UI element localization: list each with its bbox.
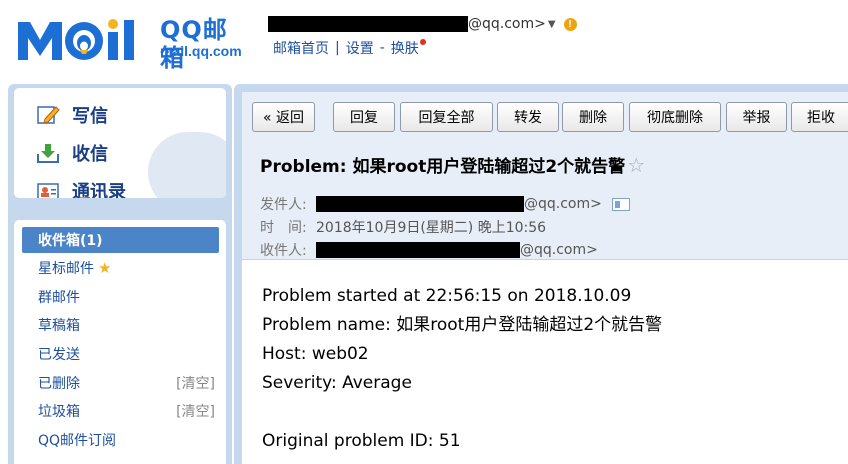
folder-label: 草稿箱: [38, 318, 80, 334]
folder-label: 已删除: [38, 376, 80, 392]
reply-button[interactable]: 回复: [333, 102, 395, 132]
nav-settings-link[interactable]: 设置: [346, 38, 374, 58]
body-line: Severity: Average: [262, 373, 412, 393]
from-row: 发件人: @qq.com>: [260, 194, 630, 214]
folder-label: 群邮件: [38, 290, 80, 306]
forward-button[interactable]: 转发: [497, 102, 559, 132]
reply-all-button[interactable]: 回复全部: [400, 102, 493, 132]
delete-button[interactable]: 删除: [562, 102, 624, 132]
reject-button[interactable]: 拒收: [791, 102, 848, 132]
quick-actions: 写信 收信 通讯录: [14, 88, 226, 198]
folder-spam[interactable]: 垃圾箱 [清空]: [22, 398, 219, 424]
body-line: Host: web02: [262, 344, 369, 364]
contacts-button[interactable]: 通讯录: [36, 177, 126, 198]
penguin-watermark: [148, 132, 226, 198]
subject-text: Problem: 如果root用户登陆输超过2个就告警: [260, 157, 626, 177]
clear-spam-link[interactable]: [清空]: [176, 401, 215, 421]
header: QQ邮箱 mail.qq.com @qq.com> ▼ ! 邮箱首页 | 设置 …: [0, 0, 848, 84]
receive-button[interactable]: 收信: [36, 139, 108, 167]
redacted-sender: [316, 196, 524, 212]
folder-group[interactable]: 群邮件: [22, 284, 219, 310]
redacted-recipient: [316, 242, 520, 258]
mail-subject: Problem: 如果root用户登陆输超过2个就告警 ☆: [260, 152, 645, 178]
warning-icon[interactable]: !: [563, 17, 577, 31]
report-button[interactable]: 举报: [726, 102, 787, 132]
nav-skin-link[interactable]: 换肤: [391, 38, 419, 58]
receive-label: 收信: [72, 144, 108, 165]
body-line: [262, 398, 662, 427]
body-line: Original problem ID: 51: [262, 431, 461, 451]
star-outline-icon[interactable]: ☆: [627, 153, 645, 177]
redacted-account-name: [268, 16, 468, 32]
chevron-down-icon[interactable]: ▼: [548, 19, 556, 30]
mail-body: Problem started at 22:56:15 on 2018.10.0…: [262, 282, 662, 456]
delete-permanently-button[interactable]: 彻底删除: [629, 102, 721, 132]
pencil-icon: [36, 104, 60, 126]
folder-drafts[interactable]: 草稿箱: [22, 312, 219, 338]
folder-inbox[interactable]: 收件箱(1): [22, 227, 219, 253]
top-nav: 邮箱首页 | 设置 - 换肤: [273, 38, 426, 58]
body-line: Problem started at 22:56:15 on 2018.10.0…: [262, 286, 632, 306]
account-domain: @qq.com>: [468, 16, 546, 32]
contact-card-icon[interactable]: [611, 197, 630, 211]
account-switcher[interactable]: @qq.com> ▼ !: [268, 14, 577, 34]
folder-label: 垃圾箱: [38, 404, 80, 420]
to-label: 收件人:: [260, 243, 307, 259]
mail-toolbar: « 返回 回复 回复全部 转发 删除 彻底删除 举报 拒收: [242, 92, 848, 144]
star-icon: ★: [98, 259, 112, 277]
time-value: 2018年10月9日(星期二) 晚上10:56: [316, 220, 547, 236]
left-panel: 写信 收信 通讯录 收件箱(1) 星标邮件 ★ 群邮件 草稿箱 已发送 已删除 …: [8, 84, 232, 464]
to-row: 收件人: @qq.com>: [260, 240, 598, 260]
nav-separator: |: [335, 40, 340, 56]
folder-list: 收件箱(1) 星标邮件 ★ 群邮件 草稿箱 已发送 已删除 [清空] 垃圾箱 […: [14, 220, 226, 464]
folder-subscriptions[interactable]: QQ邮件订阅: [22, 427, 219, 453]
logo-url-text: mail.qq.com: [160, 43, 242, 59]
mail-view: « 返回 回复 回复全部 转发 删除 彻底删除 举报 拒收 Problem: 如…: [242, 92, 848, 464]
from-label: 发件人:: [260, 197, 307, 213]
folder-deleted[interactable]: 已删除 [清空]: [22, 370, 219, 396]
mail-header: Problem: 如果root用户登陆输超过2个就告警 ☆ 发件人: @qq.c…: [242, 144, 848, 260]
time-row: 时 间: 2018年10月9日(星期二) 晚上10:56: [260, 217, 546, 237]
folder-label: QQ邮件订阅: [38, 433, 117, 449]
contacts-label: 通讯录: [72, 182, 126, 198]
qq-mail-logo[interactable]: QQ邮箱 mail.qq.com: [14, 10, 250, 72]
reading-pane: « 返回 回复 回复全部 转发 删除 彻底删除 举报 拒收 Problem: 如…: [234, 84, 848, 464]
clear-deleted-link[interactable]: [清空]: [176, 373, 215, 393]
body-line: Problem name: 如果root用户登陆输超过2个就告警: [262, 315, 663, 335]
folder-label: 星标邮件: [38, 261, 94, 277]
new-dot-icon: [419, 39, 426, 45]
folder-label: 已发送: [38, 347, 80, 363]
nav-separator: -: [379, 40, 385, 56]
back-button[interactable]: « 返回: [252, 102, 315, 132]
contact-card-icon: [36, 180, 60, 198]
logo-graphic: [18, 19, 134, 60]
sender-domain[interactable]: @qq.com>: [524, 196, 602, 212]
compose-label: 写信: [72, 106, 108, 127]
folder-starred[interactable]: 星标邮件 ★: [22, 255, 219, 281]
nav-home-link[interactable]: 邮箱首页: [273, 38, 329, 58]
folder-sent[interactable]: 已发送: [22, 341, 219, 367]
inbox-download-icon: [36, 142, 60, 164]
folder-label: 收件箱(1): [38, 233, 103, 249]
time-label: 时 间:: [260, 220, 307, 236]
compose-button[interactable]: 写信: [36, 101, 108, 129]
recipient-domain[interactable]: @qq.com>: [520, 242, 598, 258]
